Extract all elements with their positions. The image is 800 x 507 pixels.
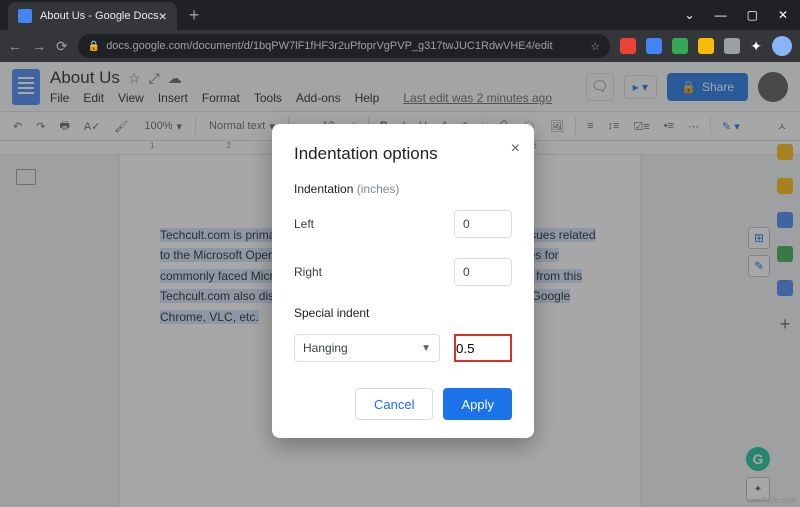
- cancel-button[interactable]: Cancel: [355, 388, 433, 420]
- docs-favicon: [18, 9, 32, 23]
- maximize-icon[interactable]: ▢: [747, 8, 758, 22]
- browser-titlebar: About Us - Google Docs × + ⌄ — ▢ ✕: [0, 0, 800, 30]
- apply-button[interactable]: Apply: [443, 388, 512, 420]
- right-indent-label: Right: [294, 265, 454, 279]
- ext-icon-3[interactable]: [672, 38, 688, 54]
- url-bar: ← → ⟳ 🔒 docs.google.com/document/d/1bqPW…: [0, 30, 800, 62]
- close-window-icon[interactable]: ✕: [778, 8, 788, 22]
- watermark-text: wccftech.com: [748, 496, 796, 505]
- tab-title: About Us - Google Docs: [40, 10, 159, 22]
- chevron-down-icon[interactable]: ⌄: [685, 8, 695, 22]
- forward-icon[interactable]: →: [32, 38, 46, 54]
- back-icon[interactable]: ←: [8, 38, 22, 54]
- close-tab-icon[interactable]: ×: [159, 8, 167, 24]
- special-indent-amount-input[interactable]: [454, 334, 512, 362]
- minimize-icon[interactable]: —: [715, 8, 727, 22]
- right-indent-input[interactable]: [454, 258, 512, 286]
- lock-icon: 🔒: [88, 41, 100, 52]
- extensions-puzzle-icon[interactable]: ✦: [750, 38, 762, 55]
- dialog-title: Indentation options: [294, 144, 512, 164]
- reload-icon[interactable]: ⟳: [56, 38, 68, 55]
- url-text: docs.google.com/document/d/1bqPW7lF1fHF3…: [106, 40, 552, 52]
- indentation-dialog: × Indentation options Indentation (inche…: [272, 124, 534, 438]
- ext-icon-5[interactable]: [724, 38, 740, 54]
- special-indent-label: Special indent: [294, 306, 512, 320]
- browser-tab[interactable]: About Us - Google Docs ×: [8, 2, 177, 30]
- ext-icon-1[interactable]: [620, 38, 636, 54]
- new-tab-button[interactable]: +: [177, 5, 212, 26]
- ext-icon-4[interactable]: [698, 38, 714, 54]
- bookmark-star-icon[interactable]: ☆: [590, 40, 600, 53]
- left-indent-input[interactable]: [454, 210, 512, 238]
- ext-icon-2[interactable]: [646, 38, 662, 54]
- address-field[interactable]: 🔒 docs.google.com/document/d/1bqPW7lF1fH…: [78, 34, 611, 58]
- extension-icons: ✦: [620, 36, 792, 56]
- window-controls: ⌄ — ▢ ✕: [685, 8, 800, 22]
- profile-avatar[interactable]: [772, 36, 792, 56]
- indentation-section-label: Indentation (inches): [294, 182, 512, 196]
- special-indent-dropdown[interactable]: Hanging ▼: [294, 334, 440, 362]
- dialog-close-icon[interactable]: ×: [511, 140, 520, 158]
- dropdown-arrow-icon: ▼: [421, 343, 431, 354]
- left-indent-label: Left: [294, 217, 454, 231]
